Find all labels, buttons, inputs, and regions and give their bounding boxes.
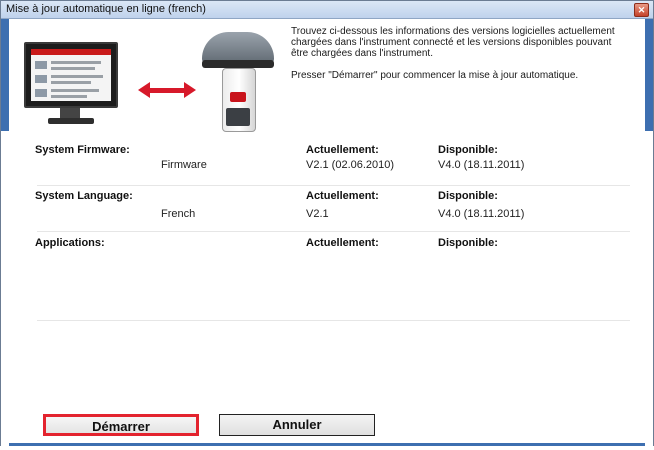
- start-button[interactable]: Démarrer: [43, 414, 199, 436]
- window-title: Mise à jour automatique en ligne (french…: [6, 3, 206, 15]
- language-current-version: V2.1: [306, 208, 329, 220]
- current-header-firmware: Actuellement:: [306, 144, 379, 156]
- firmware-available-version: V4.0 (18.11.2011): [438, 159, 525, 171]
- language-available-version: V4.0 (18.11.2011): [438, 208, 525, 220]
- firmware-item: Firmware: [161, 159, 207, 171]
- info-paragraph-2: Presser "Démarrer" pour commencer la mis…: [291, 70, 579, 81]
- current-header-applications: Actuellement:: [306, 237, 379, 249]
- window-frame-left: [1, 19, 9, 447]
- section-label-language: System Language:: [35, 190, 133, 202]
- language-item: French: [161, 208, 196, 220]
- illustration: [24, 32, 274, 134]
- section-divider: [37, 320, 630, 321]
- double-arrow-icon: [138, 82, 196, 98]
- available-header-applications: Disponible:: [438, 237, 498, 249]
- firmware-current-version: V2.1 (02.06.2010): [306, 159, 395, 171]
- section-label-firmware: System Firmware:: [35, 144, 130, 156]
- section-label-applications: Applications:: [35, 237, 105, 249]
- current-header-language: Actuellement:: [306, 190, 379, 202]
- info-paragraph-1: Trouvez ci-dessous les informations des …: [291, 26, 615, 59]
- cancel-button[interactable]: Annuler: [219, 414, 375, 436]
- window-bottom-edge: [0, 446, 654, 450]
- section-divider: [37, 185, 630, 186]
- title-bar[interactable]: Mise à jour automatique en ligne (french…: [1, 1, 653, 19]
- available-header-firmware: Disponible:: [438, 144, 498, 156]
- info-text: Trouvez ci-dessous les informations des …: [291, 26, 631, 92]
- close-button[interactable]: ✕: [634, 3, 649, 17]
- computer-monitor-icon: [24, 42, 118, 108]
- section-divider: [37, 231, 630, 232]
- available-header-language: Disponible:: [438, 190, 498, 202]
- window-frame-right: [645, 19, 653, 447]
